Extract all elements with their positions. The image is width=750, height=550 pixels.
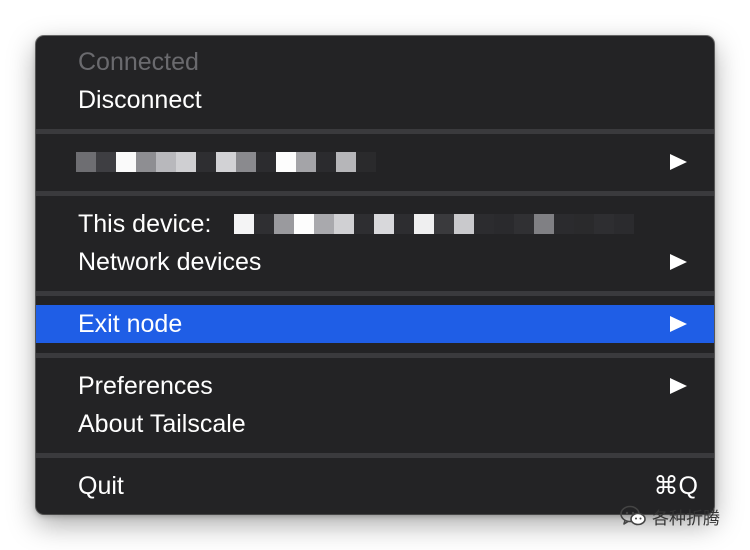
status-label: Connected — [78, 48, 199, 76]
separator — [36, 291, 714, 296]
network-devices-label: Network devices — [78, 248, 262, 276]
submenu-arrow-icon — [670, 154, 687, 170]
tailscale-menu: Connected Disconnect This device: Networ… — [36, 36, 714, 514]
separator — [36, 129, 714, 134]
preferences-label: Preferences — [78, 372, 213, 400]
watermark-text: 各种折腾 — [652, 508, 720, 529]
watermark: 各种折腾 — [620, 503, 720, 529]
menu-item-quit[interactable]: Quit ⌘Q — [36, 467, 714, 505]
wechat-icon — [620, 505, 646, 526]
exit-node-label: Exit node — [78, 310, 183, 338]
menu-item-network-devices[interactable]: Network devices — [36, 243, 714, 281]
quit-shortcut: ⌘Q — [653, 472, 698, 500]
menu-item-disconnect[interactable]: Disconnect — [36, 81, 714, 119]
menu-item-account[interactable] — [36, 143, 714, 181]
quit-label: Quit — [78, 472, 124, 500]
menu-item-about[interactable]: About Tailscale — [36, 405, 714, 443]
this-device-label: This device: — [78, 210, 212, 238]
about-label: About Tailscale — [78, 410, 246, 438]
separator — [36, 353, 714, 358]
submenu-arrow-icon — [670, 378, 687, 394]
disconnect-label: Disconnect — [78, 86, 202, 114]
menu-item-preferences[interactable]: Preferences — [36, 367, 714, 405]
menu-item-this-device[interactable]: This device: — [36, 205, 714, 243]
status-connected: Connected — [36, 43, 714, 81]
submenu-arrow-icon — [670, 254, 687, 270]
redacted-device-address — [234, 214, 654, 234]
separator — [36, 191, 714, 196]
submenu-arrow-icon — [670, 316, 687, 332]
redacted-account-name — [76, 152, 386, 172]
separator — [36, 453, 714, 458]
menu-item-exit-node[interactable]: Exit node — [36, 305, 714, 343]
